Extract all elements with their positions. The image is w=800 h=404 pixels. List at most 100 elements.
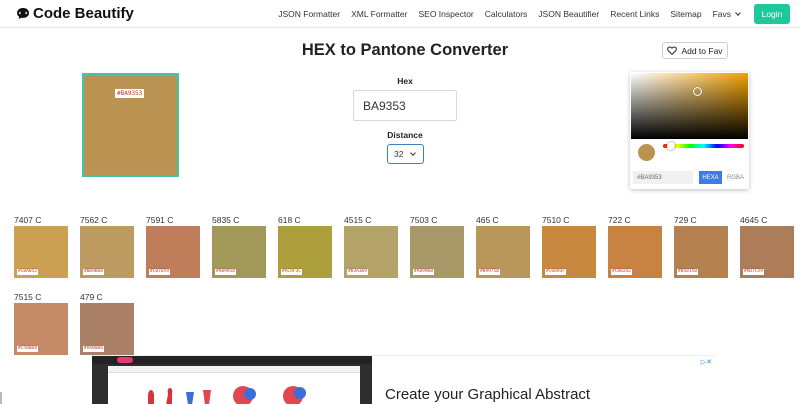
picker-mode-rgba[interactable]: RGBA <box>724 171 747 184</box>
current-color-swatch <box>638 144 655 161</box>
nav-favs-label: Favs <box>712 9 731 19</box>
nav-favs-dropdown[interactable]: Favs <box>712 9 741 19</box>
pantone-hex-label: #C6893F <box>545 269 566 275</box>
nav-calculators[interactable]: Calculators <box>485 9 528 19</box>
logo-text: Code Beautify <box>33 5 134 22</box>
top-navbar: Code Beautify JSON Formatter XML Formatt… <box>0 0 800 28</box>
pantone-result-item[interactable]: 7407 C #CBA052 <box>14 215 68 285</box>
pantone-hex-label: #A09958 <box>215 269 236 275</box>
chevron-down-icon <box>735 10 741 16</box>
pantone-result-item[interactable]: 722 C #C88242 <box>608 215 662 285</box>
nav-json-formatter[interactable]: JSON Formatter <box>278 9 340 19</box>
ad-image-topbar <box>92 356 372 364</box>
pantone-hex-label: #AA8066 <box>83 346 104 352</box>
pantone-hex-label: #AC9F3C <box>281 269 302 275</box>
pantone-result-item[interactable]: 7591 C #C07D59 <box>146 215 200 285</box>
pantone-swatch[interactable]: #C6893F <box>542 226 596 278</box>
pantone-name: 4515 C <box>344 215 372 225</box>
distance-value: 32 <box>394 149 404 159</box>
pantone-result-item[interactable]: 4515 C #B3A369 <box>344 215 398 285</box>
pantone-hex-label: #AD7C59 <box>743 269 764 275</box>
saturation-cursor[interactable] <box>693 87 702 96</box>
hex-label: Hex <box>397 76 413 86</box>
picker-mode-hexa[interactable]: HEXA <box>699 171 722 184</box>
pantone-swatch[interactable]: #AA8066 <box>80 303 134 355</box>
pantone-swatch[interactable]: #A89968 <box>410 226 464 278</box>
pantone-swatch[interactable]: #AD7C59 <box>740 226 794 278</box>
preview-hex-label: #BA9353 <box>115 89 145 98</box>
pantone-result-item[interactable]: 479 C #AA8066 <box>80 292 134 362</box>
pantone-hex-label: #B58150 <box>677 269 698 275</box>
pantone-hex-label: #C88242 <box>611 269 632 275</box>
nav-recent-links[interactable]: Recent Links <box>610 9 659 19</box>
pantone-name: 722 C <box>608 215 631 225</box>
color-picker: #BA9353 HEXA RGBA <box>630 72 749 189</box>
pantone-name: 7510 C <box>542 215 570 225</box>
pantone-name: 7591 C <box>146 215 174 225</box>
nav-links: JSON Formatter XML Formatter SEO Inspect… <box>267 0 741 28</box>
nav-xml-formatter[interactable]: XML Formatter <box>351 9 407 19</box>
pantone-hex-label: #A89968 <box>413 269 434 275</box>
nav-seo-inspector[interactable]: SEO Inspector <box>418 9 473 19</box>
pantone-result-item[interactable]: 7515 C #C58B68 <box>14 292 68 362</box>
ad-screenshot-image <box>92 356 372 404</box>
login-button[interactable]: Login <box>754 4 790 24</box>
pantone-swatch[interactable]: #C88242 <box>608 226 662 278</box>
hue-slider-handle[interactable] <box>667 142 675 150</box>
hex-input[interactable]: BA9353 <box>353 90 457 121</box>
heart-icon <box>667 46 678 55</box>
pantone-name: 479 C <box>80 292 103 302</box>
pantone-name: 465 C <box>476 215 499 225</box>
pantone-result-item[interactable]: 5835 C #A09958 <box>212 215 266 285</box>
pantone-swatch[interactable]: #BD9B60 <box>80 226 134 278</box>
distance-select[interactable]: 32 <box>387 144 424 164</box>
ad-close-icon[interactable]: ▷✕ <box>701 358 712 366</box>
distance-label: Distance <box>387 130 423 140</box>
add-to-fav-button[interactable]: Add to Fav <box>662 42 728 59</box>
pantone-swatch[interactable]: #CBA052 <box>14 226 68 278</box>
saturation-area[interactable] <box>631 73 748 139</box>
chevron-down-icon <box>410 150 416 156</box>
picker-value-field[interactable]: #BA9353 <box>633 171 693 184</box>
pantone-name: 7503 C <box>410 215 438 225</box>
hue-slider[interactable] <box>663 144 744 148</box>
pantone-name: 5835 C <box>212 215 240 225</box>
pantone-result-item[interactable]: 7503 C #A89968 <box>410 215 464 285</box>
pantone-result-item[interactable]: 7562 C #BD9B60 <box>80 215 134 285</box>
pantone-swatch[interactable]: #A09958 <box>212 226 266 278</box>
add-to-fav-label: Add to Fav <box>681 45 723 56</box>
pantone-name: 7562 C <box>80 215 108 225</box>
pantone-result-item[interactable]: 618 C #AC9F3C <box>278 215 332 285</box>
pantone-swatch[interactable]: #B3A369 <box>344 226 398 278</box>
nav-json-beautifier[interactable]: JSON Beautifier <box>538 9 599 19</box>
pantone-hex-label: #CBA052 <box>17 269 38 275</box>
site-logo[interactable]: Code Beautify <box>16 5 134 22</box>
pantone-swatch[interactable]: #B58150 <box>674 226 728 278</box>
pantone-result-item[interactable]: 4645 C #AD7C59 <box>740 215 794 285</box>
pantone-name: 729 C <box>674 215 697 225</box>
pantone-swatch[interactable]: #C58B68 <box>14 303 68 355</box>
page-edge-marker <box>0 392 4 404</box>
pantone-name: 4645 C <box>740 215 768 225</box>
pantone-name: 618 C <box>278 215 301 225</box>
pantone-result-item[interactable]: 729 C #B58150 <box>674 215 728 285</box>
pantone-hex-label: #C07D59 <box>149 269 170 275</box>
color-preview: #BA9353 <box>82 73 179 177</box>
chat-bubble-logo-icon <box>17 8 29 19</box>
ad-image-sidebar <box>362 366 372 404</box>
pantone-name: 7407 C <box>14 215 42 225</box>
pantone-name: 7515 C <box>14 292 42 302</box>
pantone-swatch[interactable]: #AC9F3C <box>278 226 332 278</box>
pantone-hex-label: #C58B68 <box>17 346 38 352</box>
nav-sitemap[interactable]: Sitemap <box>670 9 701 19</box>
advertisement[interactable]: Create your Graphical Abstract ▷✕ <box>92 355 715 404</box>
pantone-hex-label: #B3A369 <box>347 269 368 275</box>
ad-image-pill <box>117 357 133 363</box>
ad-headline[interactable]: Create your Graphical Abstract <box>385 386 590 403</box>
pantone-result-item[interactable]: 7510 C #C6893F <box>542 215 596 285</box>
pantone-swatch[interactable]: #B9975B <box>476 226 530 278</box>
ad-image-toolbar <box>108 366 360 373</box>
pantone-hex-label: #B9975B <box>479 269 500 275</box>
pantone-result-item[interactable]: 465 C #B9975B <box>476 215 530 285</box>
pantone-swatch[interactable]: #C07D59 <box>146 226 200 278</box>
